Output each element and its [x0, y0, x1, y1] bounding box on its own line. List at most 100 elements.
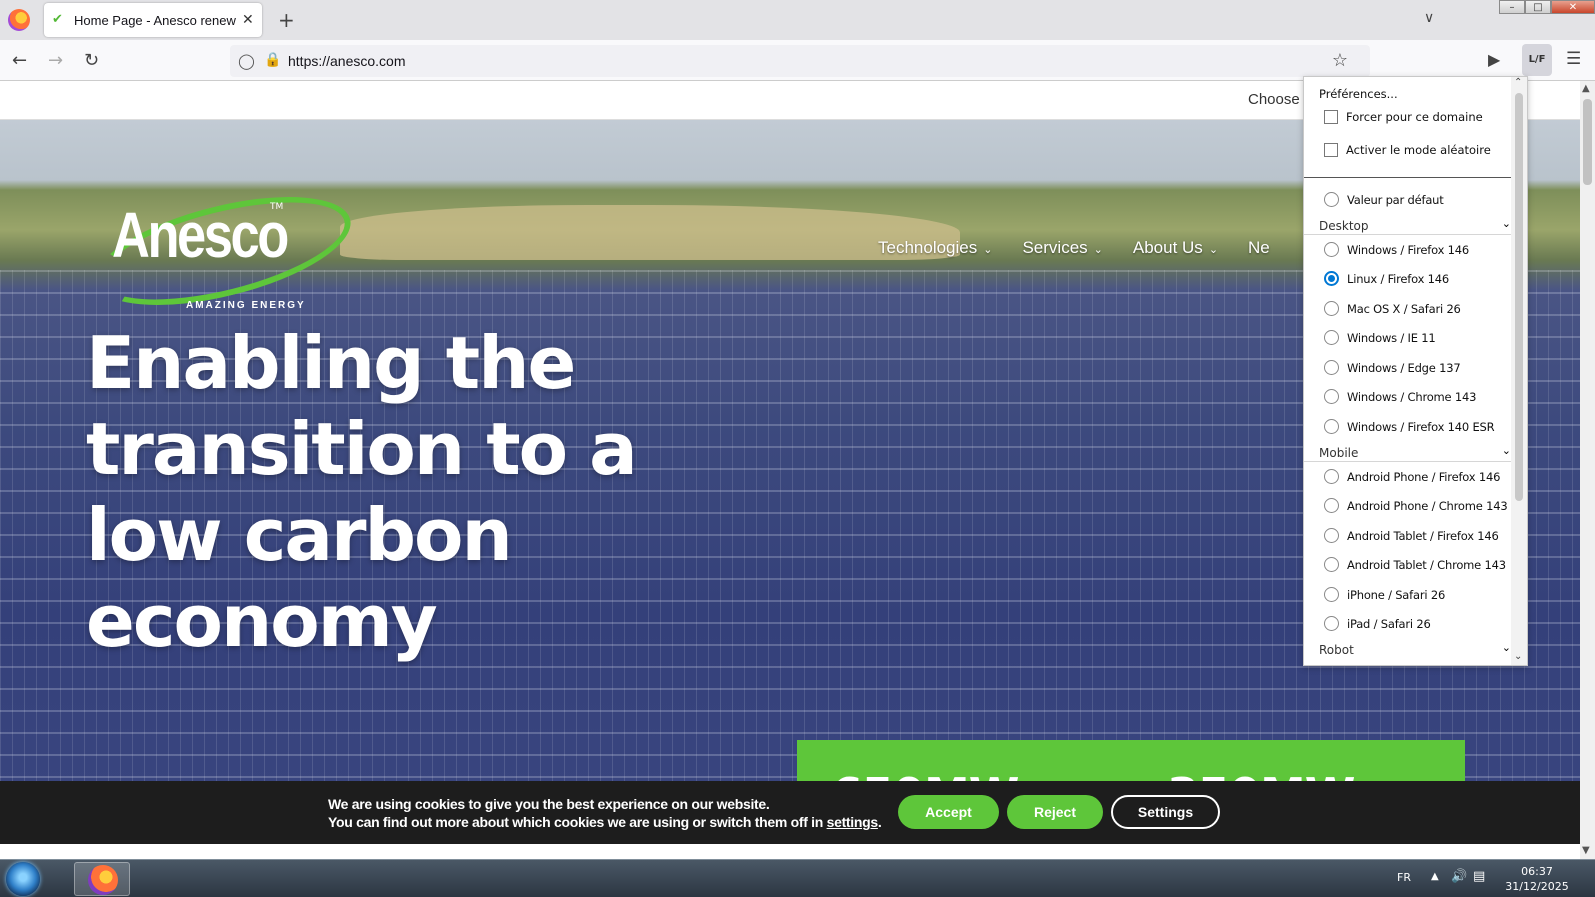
- taskbar-firefox[interactable]: [74, 862, 130, 896]
- radio-desktop-option[interactable]: Windows / Edge 137: [1324, 360, 1461, 375]
- cookie-message: We are using cookies to give you the bes…: [328, 795, 882, 831]
- language-indicator[interactable]: FR: [1397, 871, 1411, 884]
- radio-icon[interactable]: [1324, 419, 1339, 434]
- maximize-icon[interactable]: □: [1525, 0, 1551, 14]
- system-tray: FR ▲ 🔊 ▤ 06:37 31/12/2025: [1355, 860, 1595, 897]
- start-button[interactable]: [6, 862, 40, 896]
- radio-mobile-option[interactable]: Android Tablet / Firefox 146: [1324, 528, 1499, 543]
- firefox-icon: [88, 865, 118, 895]
- radio-icon[interactable]: [1324, 330, 1339, 345]
- logo-tagline: AMAZING ENERGY: [186, 300, 306, 311]
- radio-desktop-option[interactable]: Windows / IE 11: [1324, 330, 1436, 345]
- chevron-down-icon: ⌄: [1501, 641, 1511, 654]
- address-bar[interactable]: ◯ 🔒 https://anesco.com ☆: [230, 45, 1370, 77]
- radio-mobile-option[interactable]: iPad / Safari 26: [1324, 616, 1431, 631]
- reload-icon[interactable]: ↻: [84, 50, 99, 71]
- nav-technologies[interactable]: Technologies ⌄: [878, 238, 992, 258]
- group-divider: [1304, 461, 1511, 462]
- cookie-line-2: You can find out more about which cookie…: [328, 814, 882, 830]
- group-divider: [1304, 234, 1511, 235]
- leaf-favicon-icon: ✔: [52, 12, 63, 27]
- tab-bar: ✔ Home Page - Anesco renewable ✕ + ∨ – □…: [0, 0, 1595, 40]
- window-close-icon[interactable]: ✕: [1551, 0, 1595, 14]
- radio-icon[interactable]: [1324, 301, 1339, 316]
- list-all-tabs-icon[interactable]: ∨: [1424, 10, 1434, 26]
- new-tab-icon[interactable]: +: [278, 8, 295, 32]
- radio-desktop-option[interactable]: Windows / Chrome 143: [1324, 389, 1476, 404]
- forward-icon[interactable]: →: [48, 50, 63, 71]
- radio-icon[interactable]: [1324, 498, 1339, 513]
- radio-mobile-option[interactable]: iPhone / Safari 26: [1324, 587, 1445, 602]
- radio-default[interactable]: Valeur par défaut: [1324, 192, 1444, 207]
- radio-icon[interactable]: [1324, 192, 1339, 207]
- tab-title: Home Page - Anesco renewable: [74, 12, 236, 28]
- chevron-down-icon: ⌄: [1208, 244, 1219, 256]
- radio-icon[interactable]: [1324, 389, 1339, 404]
- chevron-down-icon: ⌄: [1093, 244, 1103, 256]
- back-icon[interactable]: ←: [12, 50, 27, 71]
- cookie-settings-link[interactable]: settings: [827, 814, 879, 830]
- radio-desktop-option[interactable]: Windows / Firefox 146: [1324, 242, 1469, 257]
- radio-mobile-option[interactable]: Android Phone / Chrome 143: [1324, 498, 1508, 513]
- random-mode-checkbox[interactable]: Activer le mode aléatoire: [1324, 143, 1491, 157]
- scroll-down-icon[interactable]: ⌄: [1514, 651, 1522, 662]
- navigation-toolbar: ← → ↻ ◯ 🔒 https://anesco.com ☆ ▶ L/F ☰: [0, 40, 1595, 81]
- checkbox-icon[interactable]: [1324, 143, 1338, 157]
- group-robot-header[interactable]: Robot ⌄: [1319, 641, 1511, 657]
- separator: [1304, 177, 1511, 178]
- clock[interactable]: 06:37 31/12/2025: [1503, 864, 1571, 894]
- radio-desktop-option[interactable]: Windows / Firefox 140 ESR: [1324, 419, 1495, 434]
- radio-icon[interactable]: [1324, 557, 1339, 572]
- radio-desktop-option[interactable]: Linux / Firefox 146: [1324, 271, 1449, 286]
- volume-icon[interactable]: 🔊: [1451, 869, 1467, 884]
- url-text[interactable]: https://anesco.com: [288, 53, 406, 69]
- popup-scrollbar[interactable]: ⌃ ⌄: [1511, 77, 1527, 665]
- bookmark-star-icon[interactable]: ☆: [1332, 50, 1348, 71]
- radio-mobile-option[interactable]: Android Phone / Firefox 146: [1324, 469, 1500, 484]
- firefox-icon[interactable]: [8, 9, 30, 31]
- nav-about-us[interactable]: About Us ⌄: [1133, 238, 1218, 258]
- main-nav: Technologies ⌄ Services ⌄ About Us ⌄ Ne: [878, 238, 1270, 258]
- radio-icon[interactable]: [1324, 242, 1339, 257]
- radio-icon[interactable]: [1324, 528, 1339, 543]
- radio-selected-icon[interactable]: [1324, 271, 1339, 286]
- popup-scrollbar-thumb[interactable]: [1515, 93, 1523, 501]
- extensions-icon[interactable]: ▶: [1488, 50, 1500, 69]
- user-agent-switcher-button[interactable]: L/F: [1522, 44, 1552, 76]
- scroll-down-icon[interactable]: ▼: [1582, 845, 1590, 856]
- tab-anesco[interactable]: ✔ Home Page - Anesco renewable ✕: [44, 3, 262, 37]
- scroll-up-icon[interactable]: ⌃: [1514, 77, 1522, 88]
- hero-field-background: [340, 205, 960, 260]
- force-domain-checkbox[interactable]: Forcer pour ce domaine: [1324, 110, 1483, 124]
- cookie-settings-button[interactable]: Settings: [1111, 795, 1220, 829]
- close-tab-icon[interactable]: ✕: [242, 12, 254, 28]
- show-hidden-icons-icon[interactable]: ▲: [1431, 871, 1439, 882]
- page-scrollbar[interactable]: ▲ ▼: [1580, 81, 1595, 859]
- scrollbar-thumb[interactable]: [1583, 99, 1592, 185]
- radio-icon[interactable]: [1324, 616, 1339, 631]
- clock-time: 06:37: [1521, 865, 1553, 878]
- anesco-logo[interactable]: Anesco TM AMAZING ENERGY: [85, 175, 362, 327]
- radio-icon[interactable]: [1324, 587, 1339, 602]
- lock-icon[interactable]: 🔒: [264, 52, 281, 68]
- tracking-protection-icon[interactable]: ◯: [238, 52, 255, 70]
- nav-services[interactable]: Services ⌄: [1022, 238, 1102, 258]
- hamburger-menu-icon[interactable]: ☰: [1566, 49, 1581, 69]
- radio-icon[interactable]: [1324, 469, 1339, 484]
- radio-desktop-option[interactable]: Mac OS X / Safari 26: [1324, 301, 1461, 316]
- scroll-up-icon[interactable]: ▲: [1582, 83, 1590, 94]
- user-agent-popup: Préférences... Forcer pour ce domaine Ac…: [1303, 76, 1528, 666]
- network-icon[interactable]: ▤: [1473, 869, 1485, 884]
- minimize-icon[interactable]: –: [1499, 0, 1525, 14]
- reject-button[interactable]: Reject: [1007, 795, 1103, 829]
- nav-news[interactable]: Ne: [1248, 238, 1270, 258]
- hero-headline: Enabling the transition to a low carbon …: [86, 321, 638, 663]
- group-mobile-header[interactable]: Mobile ⌄: [1319, 444, 1511, 460]
- checkbox-icon[interactable]: [1324, 110, 1338, 124]
- group-desktop-header[interactable]: Desktop ⌄: [1319, 217, 1511, 233]
- window-controls: – □ ✕: [1499, 0, 1595, 14]
- radio-mobile-option[interactable]: Android Tablet / Chrome 143: [1324, 557, 1506, 572]
- preferences-link[interactable]: Préférences...: [1319, 87, 1398, 101]
- accept-button[interactable]: Accept: [898, 795, 999, 829]
- radio-icon[interactable]: [1324, 360, 1339, 375]
